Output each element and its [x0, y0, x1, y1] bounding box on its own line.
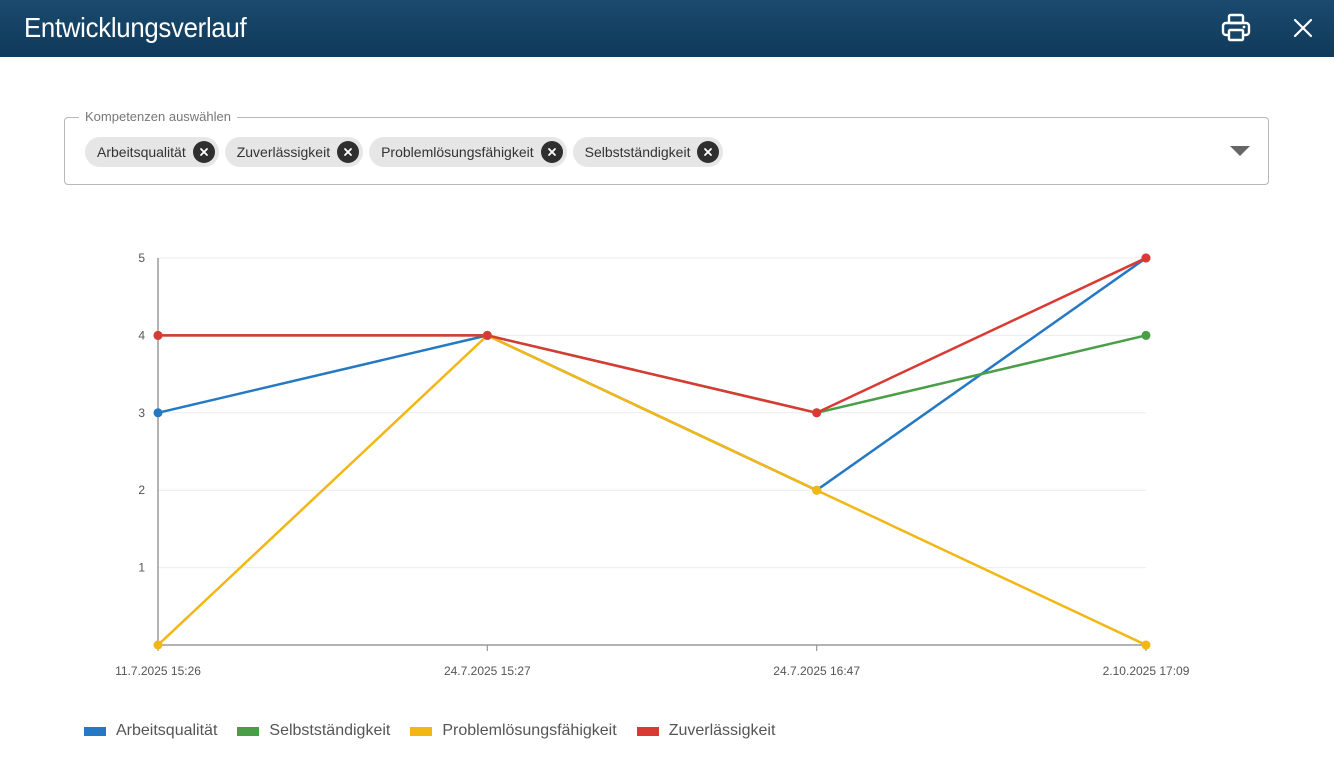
legend-item[interactable]: Arbeitsqualität — [84, 722, 217, 740]
data-point — [153, 640, 163, 650]
y-tick-label: 1 — [138, 561, 145, 575]
legend-item[interactable]: Zuverlässigkeit — [636, 722, 776, 740]
data-point — [1141, 640, 1151, 650]
x-tick-label: 11.7.2025 15:26 — [115, 664, 201, 678]
x-tick-label: 2.10.2025 17:09 — [1103, 664, 1190, 678]
legend-item[interactable]: Selbstständigkeit — [237, 722, 390, 740]
line-chart: 1 2 3 4 5 11.7.2025 15:26 24.7.2025 15:27 24.7.… — [115, 251, 1190, 678]
y-tick-label: 4 — [138, 328, 145, 342]
data-point — [153, 408, 163, 418]
legend-label: Problemlösungsfähigkeit — [442, 722, 617, 739]
data-point — [482, 330, 492, 340]
data-point — [153, 330, 163, 340]
legend-label: Zuverlässigkeit — [668, 722, 776, 739]
legend-swatch — [410, 726, 433, 736]
y-tick-label: 5 — [138, 251, 145, 265]
y-tick-label: 2 — [138, 483, 145, 497]
y-tick-label: 3 — [138, 406, 145, 420]
data-point — [1141, 330, 1151, 340]
data-point — [1141, 253, 1151, 263]
x-tick-label: 24.7.2025 15:27 — [444, 664, 531, 678]
data-point — [812, 485, 822, 495]
chart-legend: Arbeitsqualität Selbstständigkeit Probleml… — [84, 722, 775, 740]
data-point — [812, 408, 822, 418]
legend-label: Arbeitsqualität — [116, 722, 218, 739]
legend-swatch — [237, 726, 260, 736]
x-tick-label: 24.7.2025 16:47 — [773, 664, 860, 678]
legend-swatch — [84, 726, 106, 736]
legend-label: Selbstständigkeit — [269, 722, 391, 739]
legend-item[interactable]: Problemlösungsfähigkeit — [410, 722, 617, 740]
legend-swatch — [636, 726, 659, 736]
